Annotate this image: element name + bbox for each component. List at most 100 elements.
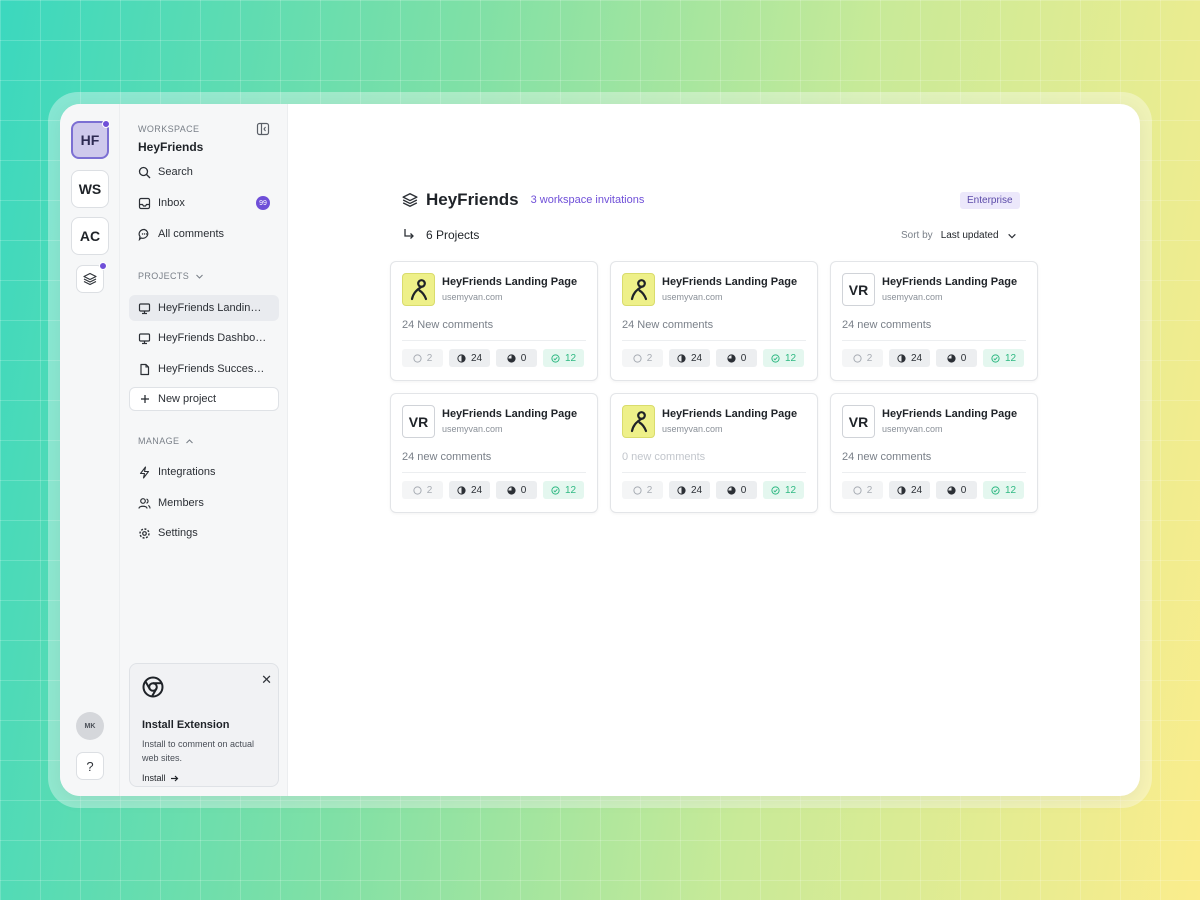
half-circle-icon <box>677 485 686 495</box>
stat-in-progress[interactable]: 24 <box>449 481 490 499</box>
nav-label: All comments <box>158 228 225 240</box>
project-logo <box>402 273 435 306</box>
three-quarter-circle-icon <box>727 353 736 363</box>
close-icon[interactable]: ✕ <box>261 672 272 688</box>
stat-review[interactable]: 0 <box>716 349 757 367</box>
stat-open[interactable]: 2 <box>622 349 663 367</box>
project-url: usemyvan.com <box>882 424 943 434</box>
card-divider <box>402 340 586 341</box>
stat-in-progress[interactable]: 24 <box>669 481 710 499</box>
stat-review[interactable]: 0 <box>936 481 977 499</box>
project-card[interactable]: HeyFriends Landing Page usemyvan.com 24 … <box>390 261 598 381</box>
status-stats: 2 24 0 12 <box>842 481 1024 499</box>
project-card[interactable]: HeyFriends Landing Page usemyvan.com 0 n… <box>610 393 818 513</box>
monitor-icon <box>138 302 151 314</box>
stat-resolved[interactable]: 12 <box>763 349 804 367</box>
nav-inbox[interactable]: Inbox 99 <box>129 190 279 216</box>
stat-in-progress[interactable]: 24 <box>449 349 490 367</box>
stat-review[interactable]: 0 <box>496 349 537 367</box>
workspace-switch-hf[interactable]: HF <box>71 120 110 159</box>
stat-value: 24 <box>910 352 923 364</box>
stat-review[interactable]: 0 <box>716 481 757 499</box>
help-button[interactable]: ? <box>76 752 104 780</box>
stat-resolved[interactable]: 12 <box>543 481 584 499</box>
nav-integrations[interactable]: Integrations <box>129 459 279 485</box>
project-title: HeyFriends Landing Page <box>662 276 798 288</box>
project-card[interactable]: VR HeyFriends Landing Page usemyvan.com … <box>830 261 1038 381</box>
user-avatar[interactable]: MK <box>76 712 104 740</box>
half-circle-icon <box>457 485 466 495</box>
stat-resolved[interactable]: 12 <box>763 481 804 499</box>
chevron-down-icon <box>1007 233 1016 239</box>
stat-open[interactable]: 2 <box>402 481 443 499</box>
stat-open[interactable]: 2 <box>842 481 883 499</box>
stat-in-progress[interactable]: 24 <box>889 481 930 499</box>
project-card[interactable]: HeyFriends Landing Page usemyvan.com 24 … <box>610 261 818 381</box>
workspace-switch-ac[interactable]: AC <box>71 217 109 255</box>
project-url: usemyvan.com <box>662 424 723 434</box>
stat-value: 12 <box>784 352 797 364</box>
stat-value: 12 <box>1004 484 1017 496</box>
project-title: HeyFriends Landing Page <box>882 408 1018 420</box>
card-divider <box>402 472 586 473</box>
stat-value: 0 <box>520 352 527 364</box>
install-link[interactable]: Install <box>142 773 266 783</box>
stat-value: 0 <box>740 484 747 496</box>
stat-review[interactable]: 0 <box>936 349 977 367</box>
project-card[interactable]: VR HeyFriends Landing Page usemyvan.com … <box>390 393 598 513</box>
sort-label: Sort by <box>901 230 933 241</box>
stat-resolved[interactable]: 12 <box>543 349 584 367</box>
heyfriends-logo-icon <box>630 278 647 300</box>
install-label: Install <box>142 773 166 783</box>
project-count-row: 6 Projects <box>402 228 479 242</box>
stat-resolved[interactable]: 12 <box>983 349 1024 367</box>
layers-button[interactable] <box>76 262 107 293</box>
stat-value: 12 <box>784 484 797 496</box>
project-card[interactable]: VR HeyFriends Landing Page usemyvan.com … <box>830 393 1038 513</box>
sidebar-project-dashboard[interactable]: HeyFriends Dashboard <box>129 325 279 351</box>
stat-in-progress[interactable]: 24 <box>889 349 930 367</box>
extension-title: Install Extension <box>142 719 230 731</box>
chevron-down-icon <box>196 274 204 279</box>
project-label: HeyFriends Landing Page <box>158 302 264 314</box>
project-title: HeyFriends Landing Page <box>882 276 1018 288</box>
nav-all-comments[interactable]: All comments <box>129 221 279 247</box>
workspace-abbr: HF <box>80 132 100 148</box>
nav-label: Search <box>158 166 193 178</box>
project-logo <box>622 273 655 306</box>
project-comment-count: 0 new comments <box>622 451 706 463</box>
stat-open[interactable]: 2 <box>842 349 883 367</box>
manage-section-toggle[interactable]: MANAGE <box>138 436 194 446</box>
sort-dropdown[interactable]: Sort by Last updated <box>901 230 1017 241</box>
project-comment-count: 24 New comments <box>622 319 714 331</box>
projects-section-toggle[interactable]: PROJECTS <box>138 271 204 281</box>
collapse-sidebar-button[interactable] <box>256 122 270 141</box>
workspace-invitations-link[interactable]: 3 workspace invitations <box>531 194 645 206</box>
nav-search[interactable]: Search <box>129 159 279 185</box>
workspace-switch-ws[interactable]: WS <box>71 170 109 208</box>
project-url: usemyvan.com <box>662 292 723 302</box>
circle-empty-icon <box>853 485 862 495</box>
project-url: usemyvan.com <box>442 292 503 302</box>
sidebar: WORKSPACE HeyFriends Search Inbox 99 All… <box>120 104 288 796</box>
stat-value: 24 <box>910 484 923 496</box>
chevron-up-icon <box>186 438 194 443</box>
sidebar-project-landing-page[interactable]: HeyFriends Landing Page <box>129 295 279 321</box>
comments-icon <box>138 228 149 241</box>
sidebar-project-success-stories[interactable]: HeyFriends Success Stories <box>129 356 279 382</box>
heyfriends-logo-icon <box>630 410 647 432</box>
stat-review[interactable]: 0 <box>496 481 537 499</box>
nav-settings[interactable]: Settings <box>129 520 279 546</box>
nav-members[interactable]: Members <box>129 490 279 516</box>
stat-resolved[interactable]: 12 <box>983 481 1024 499</box>
stat-in-progress[interactable]: 24 <box>669 349 710 367</box>
stat-open[interactable]: 2 <box>622 481 663 499</box>
page-header: HeyFriends 3 workspace invitations <box>402 190 644 210</box>
circle-empty-icon <box>633 485 642 495</box>
new-project-button[interactable]: New project <box>129 387 279 411</box>
monitor-icon <box>138 332 151 344</box>
stat-open[interactable]: 2 <box>402 349 443 367</box>
project-logo <box>622 405 655 438</box>
stat-value: 2 <box>426 352 433 364</box>
page-title: HeyFriends <box>426 190 519 209</box>
